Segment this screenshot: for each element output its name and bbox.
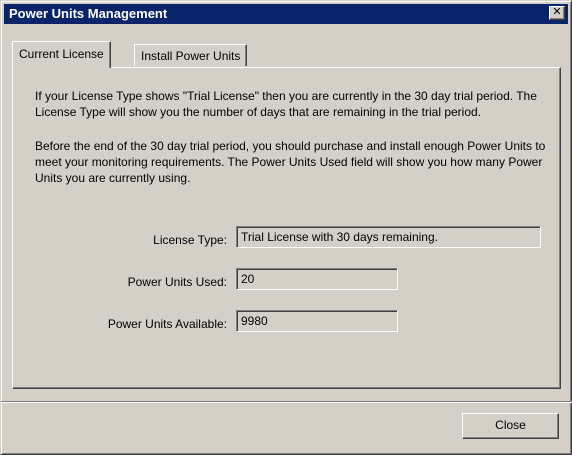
tab-current-license[interactable]: Current License [12,41,111,68]
tab-install-power-units[interactable]: Install Power Units [134,44,248,66]
power-units-dialog: Power Units Management ✕ Current License… [0,0,572,455]
close-button[interactable]: Close [462,413,559,439]
license-type-label: License Type: [153,233,227,247]
purchase-info-paragraph: Before the end of the 30 day trial perio… [35,139,546,185]
license-type-field[interactable]: Trial License with 30 days remaining. [236,226,541,248]
footer-divider [1,401,572,403]
close-window-icon[interactable]: ✕ [549,6,565,20]
title-bar[interactable]: Power Units Management ✕ [4,4,568,24]
power-units-available-field[interactable]: 9980 [236,310,398,332]
power-units-used-field[interactable]: 20 [236,268,398,290]
window-title: Power Units Management [9,6,168,21]
tab-panel-current-license: If your License Type shows "Trial Licens… [12,67,561,389]
trial-info-paragraph: If your License Type shows "Trial Licens… [35,89,537,119]
power-units-used-label: Power Units Used: [127,275,227,289]
power-units-available-label: Power Units Available: [107,317,227,331]
